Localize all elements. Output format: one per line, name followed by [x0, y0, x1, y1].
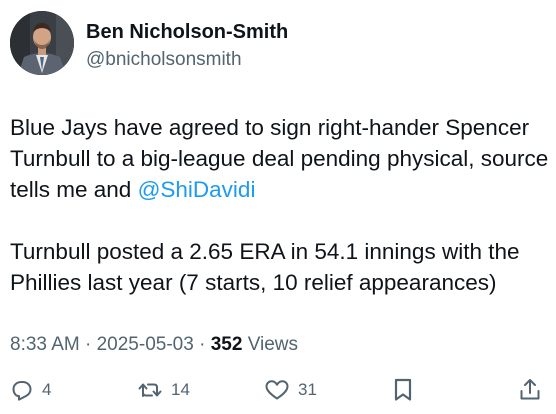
like-icon: [265, 380, 289, 400]
views-count: 352: [210, 334, 243, 355]
mention-link[interactable]: @ShiDavidi: [138, 177, 256, 202]
tweet-time[interactable]: 8:33 AM: [10, 334, 80, 355]
tweet-date[interactable]: 2025-05-03: [97, 334, 194, 355]
tweet-meta: 8:33 AM · 2025-05-03 · 352 Views: [10, 334, 298, 356]
repost-count: 14: [171, 380, 190, 399]
tweet-paragraph-2: Turnbull posted a 2.65 ERA in 54.1 innin…: [10, 239, 520, 295]
meta-separator: ·: [85, 334, 92, 355]
views-label: Views: [247, 334, 299, 355]
repost-icon: [138, 383, 162, 397]
action-bar: 4 14 31: [0, 372, 556, 408]
author-handle[interactable]: @bnicholsonsmith: [86, 49, 242, 71]
like-button[interactable]: 31: [264, 376, 317, 404]
share-button[interactable]: [518, 376, 542, 404]
bookmark-icon: [394, 378, 412, 401]
repost-button[interactable]: 14: [137, 376, 190, 404]
share-icon: [520, 379, 540, 400]
bookmark-button[interactable]: [392, 376, 414, 404]
avatar-photo: [10, 11, 74, 75]
tweet-paragraph-1-text: Blue Jays have agreed to sign right-hand…: [10, 115, 549, 202]
like-count: 31: [298, 380, 317, 399]
reply-count: 4: [42, 380, 52, 399]
meta-separator: ·: [199, 334, 206, 355]
avatar[interactable]: [10, 11, 74, 75]
tweet-text: Blue Jays have agreed to sign right-hand…: [10, 112, 550, 298]
tweet-paragraph-1: Blue Jays have agreed to sign right-hand…: [10, 112, 550, 205]
author-display-name[interactable]: Ben Nicholson-Smith: [86, 21, 288, 44]
reply-icon: [12, 381, 32, 401]
reply-button[interactable]: 4: [10, 376, 51, 404]
